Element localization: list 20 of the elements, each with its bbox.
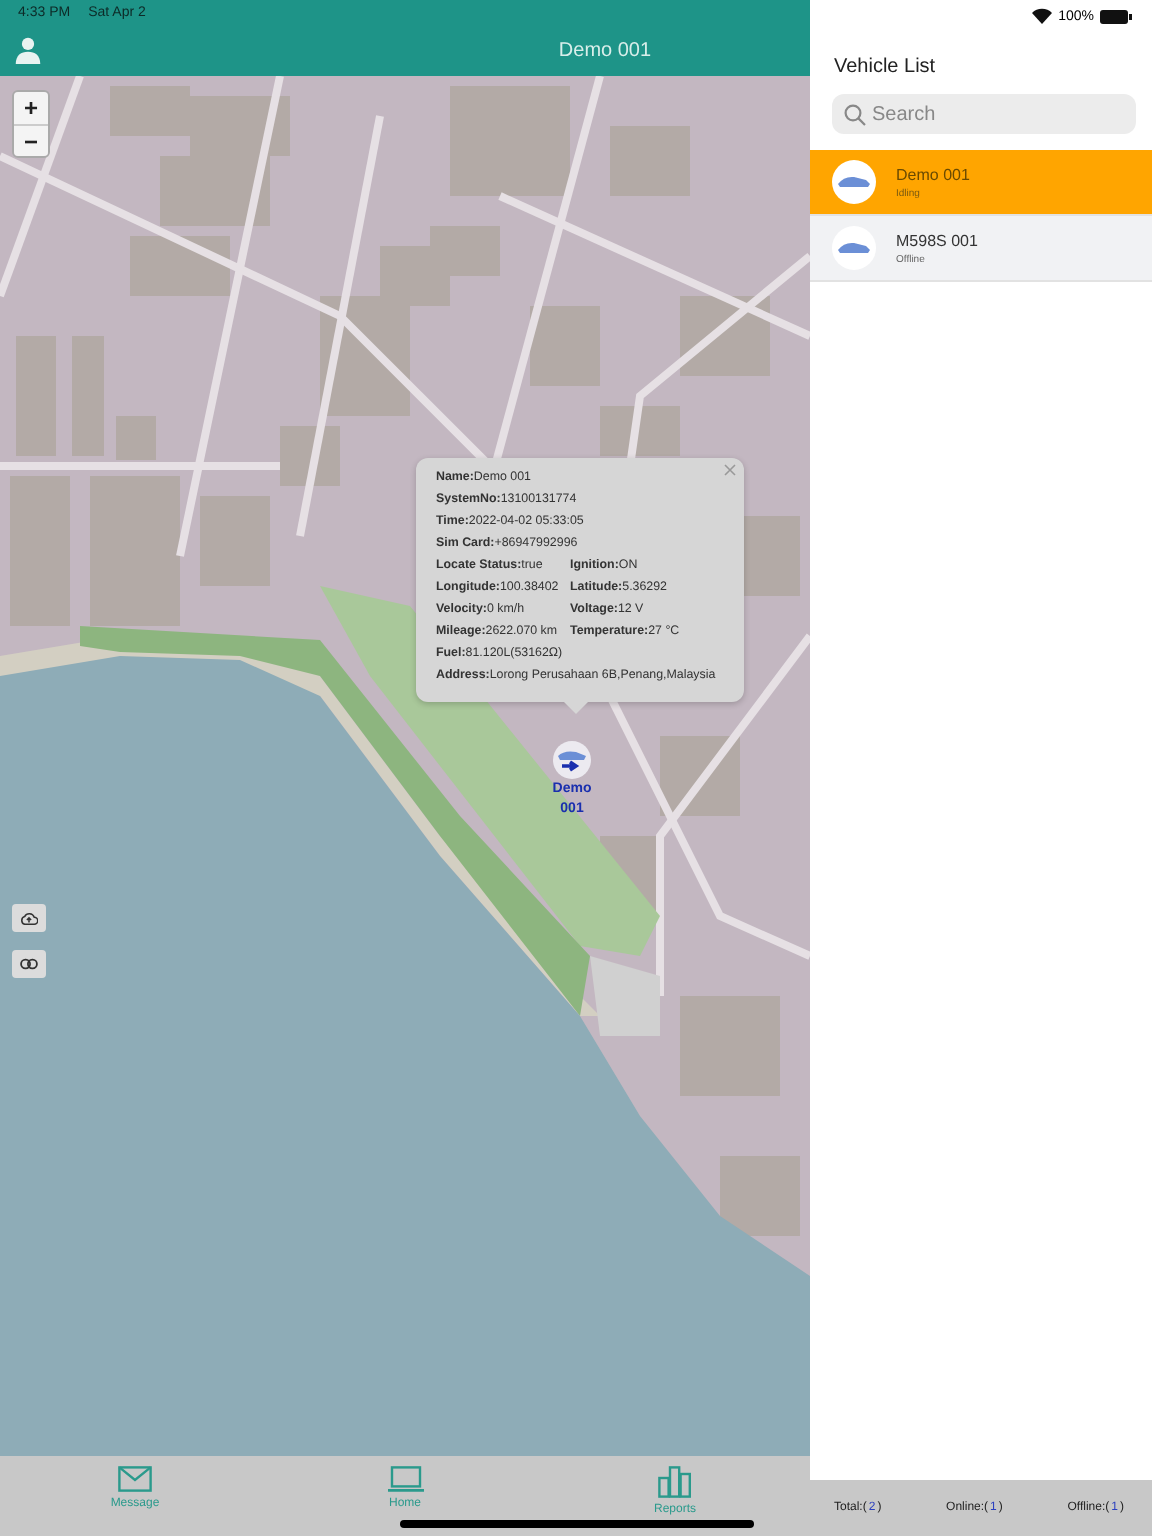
vehicle-marker-icon[interactable] <box>552 740 592 780</box>
car-icon <box>832 160 876 204</box>
cloud-upload-icon <box>20 911 38 925</box>
wifi-icon <box>1032 8 1053 24</box>
user-icon[interactable] <box>14 36 42 64</box>
link-icon <box>20 958 38 970</box>
header-title: Demo 001 <box>556 40 654 62</box>
vehicle-name: M598S 001 <box>896 231 978 249</box>
laptop-icon <box>387 1466 423 1492</box>
link-button[interactable] <box>12 950 46 978</box>
envelope-icon <box>118 1466 152 1492</box>
zoom-out-button[interactable]: − <box>14 124 48 156</box>
vehicle-name: Demo 001 <box>896 165 970 183</box>
bar-chart-icon <box>658 1466 692 1498</box>
search-field[interactable]: Search <box>832 94 1136 134</box>
cloud-upload-button[interactable] <box>12 904 46 932</box>
battery-icon <box>1100 9 1132 23</box>
zoom-in-button[interactable]: + <box>14 92 48 124</box>
car-icon <box>832 226 876 270</box>
sidebar-title: Vehicle List <box>832 54 938 78</box>
